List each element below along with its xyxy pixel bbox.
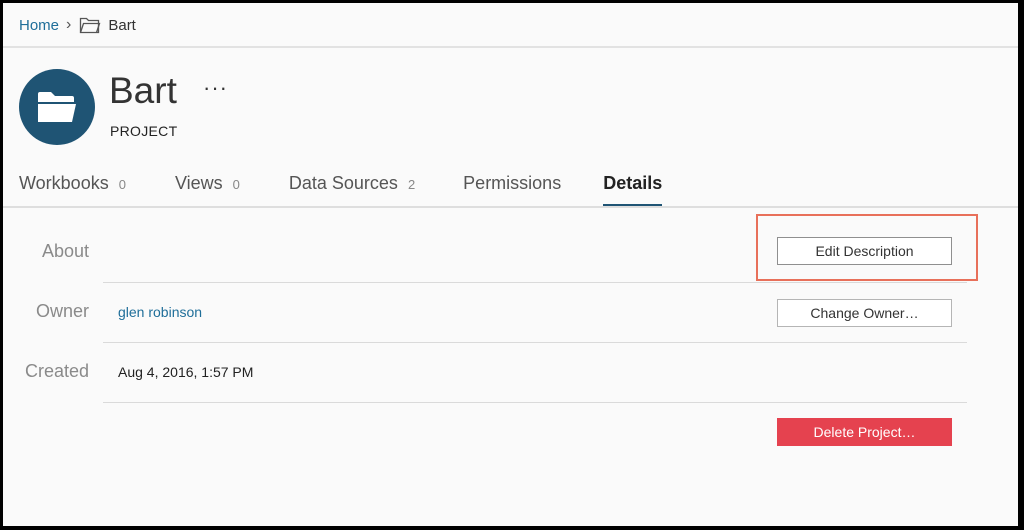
tab-data-sources[interactable]: Data Sources 2 xyxy=(289,173,415,207)
change-owner-button[interactable]: Change Owner… xyxy=(777,299,952,327)
tab-workbooks[interactable]: Workbooks 0 xyxy=(19,173,126,207)
folder-icon xyxy=(38,92,76,122)
breadcrumb-separator: › xyxy=(66,16,72,33)
page-title: Bart xyxy=(109,70,177,111)
breadcrumb-home-link[interactable]: Home xyxy=(19,17,59,34)
owner-label: Owner xyxy=(35,301,89,321)
edit-description-button[interactable]: Edit Description xyxy=(777,237,952,265)
tabs-divider xyxy=(3,206,1018,208)
breadcrumb: Home › Bart xyxy=(19,13,136,37)
more-actions-button[interactable]: ··· xyxy=(203,76,228,100)
tab-details[interactable]: Details xyxy=(603,173,663,207)
owner-link[interactable]: glen robinson xyxy=(118,304,202,320)
tab-count: 2 xyxy=(407,177,416,192)
delete-project-button[interactable]: Delete Project… xyxy=(777,418,952,446)
tab-views[interactable]: Views 0 xyxy=(175,173,240,207)
row-divider xyxy=(103,282,967,283)
tab-label: Permissions xyxy=(463,173,562,193)
project-type-label: PROJECT xyxy=(110,123,178,139)
tab-count: 0 xyxy=(118,177,126,192)
created-label: Created xyxy=(24,361,89,381)
tab-label: Views xyxy=(174,173,223,193)
tab-permissions[interactable]: Permissions xyxy=(463,173,561,207)
tab-bar: Workbooks 0 Views 0 Data Sources 2 Permissi… xyxy=(19,173,663,207)
row-divider xyxy=(103,342,967,343)
app-window: Home › Bart Bart ··· PROJECT Workbooks 0 … xyxy=(3,3,1018,526)
folder-outline-icon xyxy=(80,17,101,34)
tab-label: Details xyxy=(603,173,663,193)
about-label: About xyxy=(41,241,89,261)
tab-label: Workbooks xyxy=(19,173,109,193)
tab-label: Data Sources xyxy=(288,173,398,193)
project-avatar xyxy=(19,69,95,145)
tab-count: 0 xyxy=(232,177,240,192)
created-value: Aug 4, 2016, 1:57 PM xyxy=(118,364,254,380)
breadcrumb-current: Bart xyxy=(108,16,136,34)
header-divider xyxy=(3,46,1018,48)
row-divider xyxy=(103,402,967,403)
